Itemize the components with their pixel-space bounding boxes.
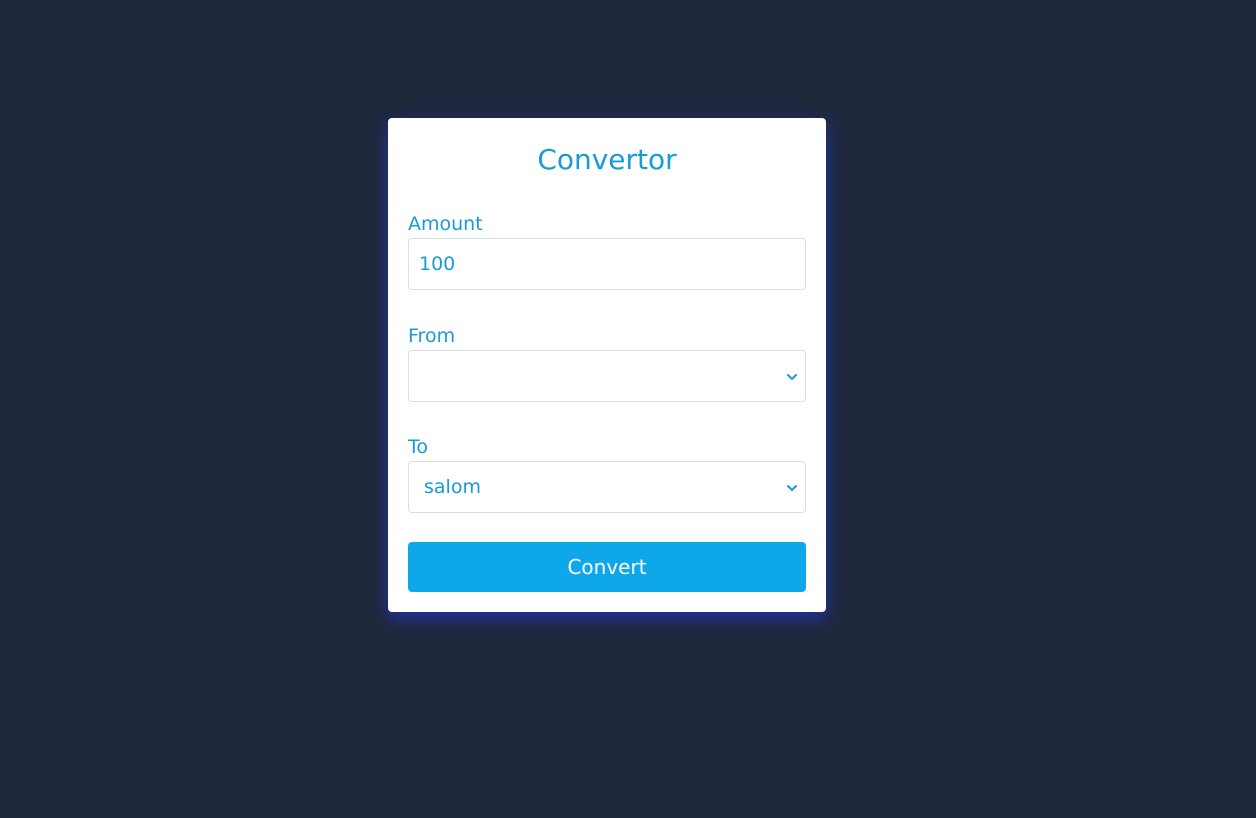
to-selected-value: salom (424, 476, 481, 498)
from-label: From (408, 325, 456, 347)
amount-label: Amount (408, 213, 483, 235)
amount-input[interactable]: 100 (408, 238, 806, 290)
to-label: To (408, 436, 429, 458)
amount-value: 100 (419, 253, 456, 275)
convert-button[interactable]: Convert (408, 542, 806, 592)
chevron-down-icon (787, 374, 797, 380)
to-select[interactable]: salom (408, 461, 806, 513)
page-title: Convertor (537, 143, 677, 176)
chevron-down-icon (787, 485, 797, 491)
from-select[interactable] (408, 350, 806, 402)
converter-card: Convertor Amount 100 From To salom Conve… (388, 118, 826, 612)
